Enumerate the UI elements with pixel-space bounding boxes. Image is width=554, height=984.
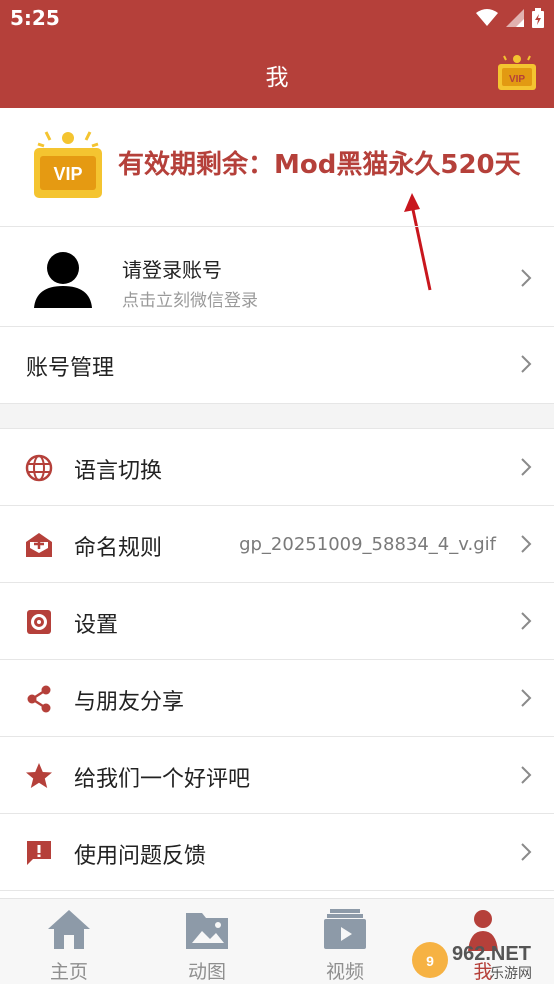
chevron-right-icon xyxy=(521,766,532,784)
chevron-right-icon xyxy=(521,355,532,373)
chevron-right-icon xyxy=(521,458,532,476)
divider xyxy=(0,226,554,227)
menu-item-label: 语言切换 xyxy=(74,459,163,484)
svg-text:9: 9 xyxy=(426,953,434,969)
menu-item-settings[interactable]: 设置 xyxy=(0,583,554,659)
vip-crown-text: VIP xyxy=(53,164,82,184)
chevron-right-icon xyxy=(521,689,532,707)
vip-crown-icon: VIP xyxy=(34,131,102,198)
vip-badge-icon[interactable]: VIP xyxy=(496,52,538,92)
menu-item-label: 设置 xyxy=(74,613,119,638)
menu-item-feedback[interactable]: 使用问题反馈 xyxy=(0,814,554,890)
nav-label: 主页 xyxy=(49,961,88,983)
nav-item-gif[interactable]: 动图 xyxy=(138,899,276,984)
chevron-right-icon xyxy=(521,612,532,630)
login-row[interactable]: 请登录账号 点击立刻微信登录 xyxy=(0,228,554,326)
image-folder-icon xyxy=(186,913,228,949)
vip-banner[interactable]: VIP 有效期剩余：Mod黑猫永久520天 xyxy=(0,108,554,226)
battery-icon xyxy=(532,8,544,28)
nav-label: 视频 xyxy=(325,961,364,983)
signal-icon xyxy=(506,9,524,27)
account-manage-label: 账号管理 xyxy=(26,356,115,381)
app-bar: 我 VIP xyxy=(0,38,554,108)
login-title: 请登录账号 xyxy=(122,258,222,282)
menu-item-label: 与朋友分享 xyxy=(74,690,185,715)
section-gap xyxy=(0,404,554,428)
nav-item-video[interactable]: 视频 xyxy=(276,899,414,984)
menu-item-value: gp_20251009_58834_4_v.gif xyxy=(239,534,496,555)
mail-open-icon xyxy=(26,533,52,557)
avatar-icon xyxy=(34,252,92,308)
watermark-logo: 9 962.NET 乐游网 xyxy=(412,942,532,982)
status-bar: 5:25 xyxy=(0,0,554,38)
status-time: 5:25 xyxy=(10,6,60,30)
menu-item-label: 命名规则 xyxy=(74,536,163,561)
divider xyxy=(0,890,554,891)
watermark-subtext: 乐游网 xyxy=(490,966,532,982)
login-subtitle: 点击立刻微信登录 xyxy=(122,291,258,311)
page-title: 我 xyxy=(265,65,289,91)
gear-icon xyxy=(27,610,51,634)
share-icon xyxy=(27,685,51,713)
account-manage-row[interactable]: 账号管理 xyxy=(0,326,554,404)
nav-item-home[interactable]: 主页 xyxy=(0,899,138,984)
status-icons xyxy=(476,8,544,28)
menu-item-naming-rule[interactable]: 命名规则 gp_20251009_58834_4_v.gif xyxy=(0,506,554,582)
menu-item-rate[interactable]: 给我们一个好评吧 xyxy=(0,737,554,813)
menu-item-language[interactable]: 语言切换 xyxy=(0,429,554,505)
video-icon xyxy=(324,909,366,949)
chevron-right-icon xyxy=(521,269,532,287)
home-icon xyxy=(48,910,90,949)
menu-item-label: 使用问题反馈 xyxy=(74,844,207,869)
star-icon xyxy=(26,763,52,788)
menu-item-label: 给我们一个好评吧 xyxy=(74,767,251,792)
wifi-icon xyxy=(476,9,498,26)
vip-remaining-text: 有效期剩余：Mod黑猫永久520天 xyxy=(118,150,521,180)
watermark-brand: 962.NET xyxy=(452,943,531,965)
feedback-icon xyxy=(27,841,51,865)
chevron-right-icon xyxy=(521,843,532,861)
nav-label: 动图 xyxy=(187,961,226,983)
menu-item-share[interactable]: 与朋友分享 xyxy=(0,660,554,736)
chevron-right-icon xyxy=(521,535,532,553)
globe-icon xyxy=(25,454,53,482)
vip-badge-text: VIP xyxy=(509,74,525,85)
